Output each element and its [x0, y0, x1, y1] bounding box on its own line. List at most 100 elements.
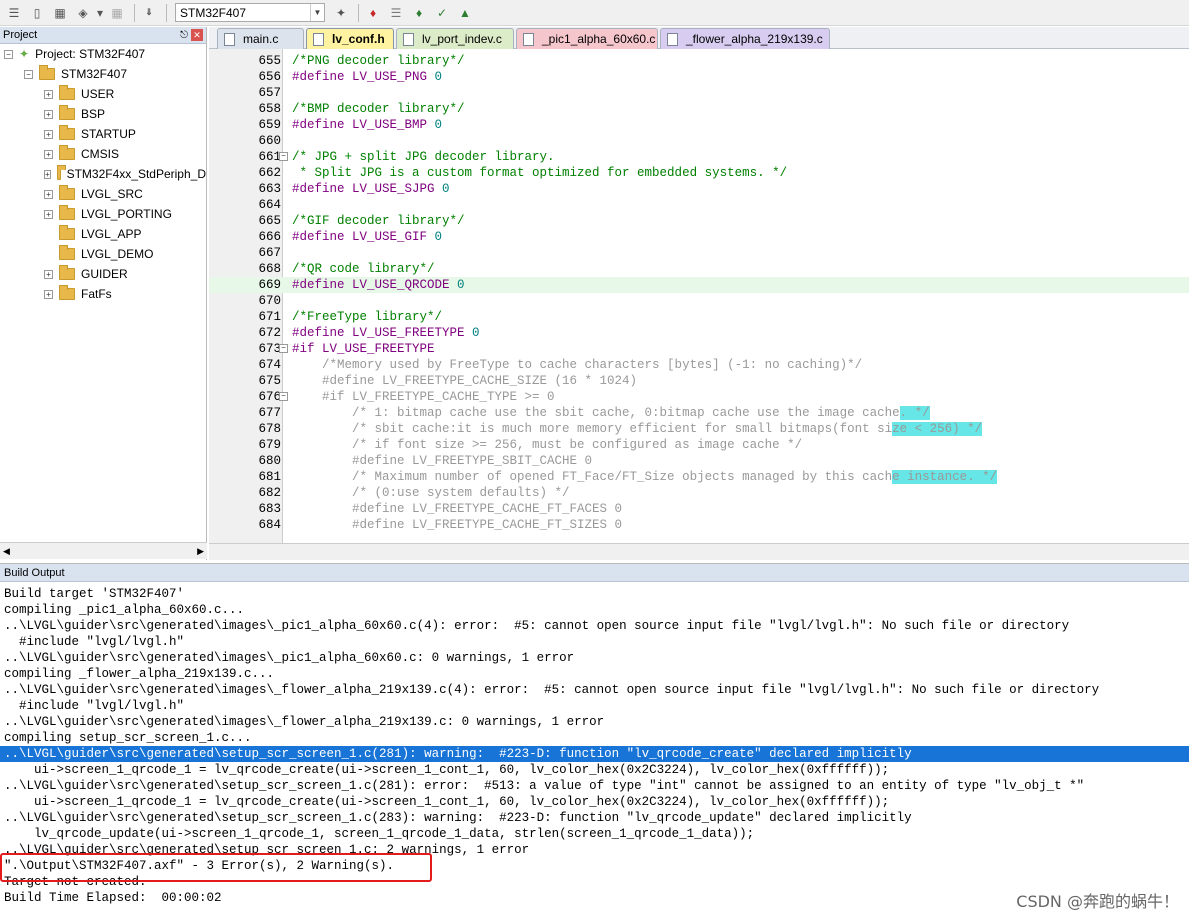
- code-line[interactable]: 665 /*GIF decoder library*/: [209, 213, 1189, 229]
- code-line[interactable]: 677 /* 1: bitmap cache use the sbit cach…: [209, 405, 1189, 421]
- code-line[interactable]: 662 * Split JPG is a custom format optim…: [209, 165, 1189, 181]
- code-line[interactable]: 661−/* JPG + split JPG decoder library.: [209, 149, 1189, 165]
- tree-item-bsp[interactable]: + BSP: [44, 104, 105, 124]
- code-line[interactable]: 671 /*FreeType library*/: [209, 309, 1189, 325]
- tab-flower-alpha[interactable]: _flower_alpha_219x139.c: [660, 28, 830, 49]
- code-line[interactable]: 683 #define LV_FREETYPE_CACHE_FT_FACES 0: [209, 501, 1189, 517]
- green-triangle-icon[interactable]: ▲: [455, 4, 475, 22]
- red-diamond-icon[interactable]: ♦: [363, 4, 383, 22]
- target-select[interactable]: STM32F407 ▼: [175, 3, 325, 22]
- build-output-line[interactable]: #include "lvgl/lvgl.h": [4, 698, 184, 714]
- collapse-icon[interactable]: −: [4, 49, 13, 59]
- project-horizontal-scrollbar[interactable]: ◀ ▶: [0, 542, 207, 559]
- expand-icon[interactable]: +: [44, 89, 53, 99]
- green-check-icon[interactable]: ✓: [432, 4, 452, 22]
- code-line[interactable]: 655 /*PNG decoder library*/: [209, 53, 1189, 69]
- code-line[interactable]: 672 #define LV_USE_FREETYPE 0: [209, 325, 1189, 341]
- dropdown-chevron-icon[interactable]: ▾: [96, 4, 104, 22]
- tree-item-lvgl-demo[interactable]: LVGL_DEMO: [59, 244, 153, 264]
- build-output-line[interactable]: ..\LVGL\guider\src\generated\setup_scr_s…: [4, 810, 912, 826]
- tab-pic1-alpha[interactable]: _pic1_alpha_60x60.c: [516, 28, 658, 49]
- code-line[interactable]: 667: [209, 245, 1189, 261]
- editor-horizontal-scrollbar[interactable]: [209, 543, 1189, 560]
- build-output-line[interactable]: ..\LVGL\guider\src\generated\images\_flo…: [4, 682, 1099, 698]
- code-line[interactable]: 682 /* (0:use system defaults) */: [209, 485, 1189, 501]
- fold-collapse-icon[interactable]: −: [279, 344, 288, 353]
- magic-wand-icon[interactable]: ✦: [331, 4, 351, 22]
- collapse-icon[interactable]: −: [24, 69, 33, 79]
- expand-icon[interactable]: +: [44, 149, 53, 159]
- build-output-line[interactable]: ui->screen_1_qrcode_1 = lv_qrcode_create…: [4, 762, 889, 778]
- scroll-right-icon[interactable]: ▶: [197, 546, 204, 557]
- tree-item-project[interactable]: − ✦ Project: STM32F407: [4, 44, 145, 64]
- code-line[interactable]: 659 #define LV_USE_BMP 0: [209, 117, 1189, 133]
- code-line[interactable]: 669 #define LV_USE_QRCODE 0: [209, 277, 1189, 293]
- code-line[interactable]: 673− #if LV_USE_FREETYPE: [209, 341, 1189, 357]
- code-editor[interactable]: 655 /*PNG decoder library*/ 656 #define LV_…: [209, 49, 1189, 543]
- tree-item-stdperiph[interactable]: + STM32F4xx_StdPeriph_D: [44, 164, 206, 184]
- code-line[interactable]: 679 /* if font size >= 256, must be conf…: [209, 437, 1189, 453]
- code-line[interactable]: 668 /*QR code library*/: [209, 261, 1189, 277]
- build-output-line[interactable]: Build target 'STM32F407': [4, 586, 184, 602]
- build-output-line[interactable]: ui->screen_1_qrcode_1 = lv_qrcode_create…: [4, 794, 889, 810]
- tree-item-startup[interactable]: + STARTUP: [44, 124, 136, 144]
- code-line[interactable]: 681 /* Maximum number of opened FT_Face/…: [209, 469, 1189, 485]
- code-line[interactable]: 664: [209, 197, 1189, 213]
- build-output-line[interactable]: ..\LVGL\guider\src\generated\setup_scr_s…: [0, 746, 1189, 762]
- code-line[interactable]: 670: [209, 293, 1189, 309]
- build-output-line[interactable]: ..\LVGL\guider\src\generated\images\_flo…: [4, 714, 604, 730]
- tree-item-lvgl-porting[interactable]: + LVGL_PORTING: [44, 204, 172, 224]
- expand-icon[interactable]: +: [44, 269, 53, 279]
- build-output-line[interactable]: compiling setup_scr_screen_1.c...: [4, 730, 252, 746]
- fold-collapse-icon[interactable]: −: [279, 152, 288, 161]
- code-line[interactable]: 675 #define LV_FREETYPE_CACHE_SIZE (16 *…: [209, 373, 1189, 389]
- code-line[interactable]: 658 /*BMP decoder library*/: [209, 101, 1189, 117]
- chevron-down-icon[interactable]: ▼: [310, 4, 324, 21]
- build-output-line[interactable]: #include "lvgl/lvgl.h": [4, 634, 184, 650]
- grid-icon[interactable]: ▦: [50, 4, 70, 22]
- code-line[interactable]: 666 #define LV_USE_GIF 0: [209, 229, 1189, 245]
- build-output-line[interactable]: compiling _flower_alpha_219x139.c...: [4, 666, 274, 682]
- build-output-line[interactable]: lv_qrcode_update(ui->screen_1_qrcode_1, …: [4, 826, 754, 842]
- tree-item-fatfs[interactable]: + FatFs: [44, 284, 112, 304]
- fold-collapse-icon[interactable]: −: [279, 392, 288, 401]
- build-output-line[interactable]: ..\LVGL\guider\src\generated\images\_pic…: [4, 618, 1069, 634]
- tree-item-user[interactable]: + USER: [44, 84, 114, 104]
- pin-icon[interactable]: ⎋: [180, 30, 188, 41]
- expand-icon[interactable]: +: [44, 289, 53, 299]
- code-line[interactable]: 676− #if LV_FREETYPE_CACHE_TYPE >= 0: [209, 389, 1189, 405]
- load-icon[interactable]: ⇓: [139, 4, 159, 22]
- expand-icon[interactable]: +: [44, 129, 53, 139]
- tree-item-lvgl-app[interactable]: LVGL_APP: [59, 224, 141, 244]
- tree-item-lvgl-src[interactable]: + LVGL_SRC: [44, 184, 143, 204]
- stack-icon[interactable]: ☰: [4, 4, 24, 22]
- code-line[interactable]: 678 /* sbit cache:it is much more memory…: [209, 421, 1189, 437]
- build-output-line[interactable]: ..\LVGL\guider\src\generated\setup_scr_s…: [4, 778, 1084, 794]
- build-output-line[interactable]: Build Time Elapsed: 00:00:02: [4, 890, 222, 906]
- build-output-line[interactable]: compiling _pic1_alpha_60x60.c...: [4, 602, 244, 618]
- expand-icon[interactable]: +: [44, 209, 53, 219]
- page-icon[interactable]: ▯: [27, 4, 47, 22]
- green-diamond-icon[interactable]: ♦: [409, 4, 429, 22]
- layers-icon[interactable]: ◈: [73, 4, 93, 22]
- code-line[interactable]: 674 /*Memory used by FreeType to cache c…: [209, 357, 1189, 373]
- tree-item-target[interactable]: − STM32F407: [24, 64, 127, 84]
- tab-main-c[interactable]: main.c: [217, 28, 304, 49]
- tree-item-cmsis[interactable]: + CMSIS: [44, 144, 119, 164]
- expand-icon[interactable]: +: [44, 189, 53, 199]
- scroll-left-icon[interactable]: ◀: [3, 546, 10, 557]
- tree-item-guider[interactable]: + GUIDER: [44, 264, 128, 284]
- expand-icon[interactable]: +: [44, 109, 53, 119]
- code-line[interactable]: 663 #define LV_USE_SJPG 0: [209, 181, 1189, 197]
- code-line[interactable]: 684 #define LV_FREETYPE_CACHE_FT_SIZES 0: [209, 517, 1189, 533]
- code-line[interactable]: 656 #define LV_USE_PNG 0: [209, 69, 1189, 85]
- code-line[interactable]: 660: [209, 133, 1189, 149]
- tab-lv-conf-h[interactable]: lv_conf.h: [306, 28, 394, 49]
- build-output-line[interactable]: ..\LVGL\guider\src\generated\images\_pic…: [4, 650, 574, 666]
- stack-gray-icon[interactable]: ☰: [386, 4, 406, 22]
- code-line[interactable]: 657: [209, 85, 1189, 101]
- expand-icon[interactable]: +: [44, 169, 51, 179]
- tab-lv-port-indev-c[interactable]: lv_port_indev.c: [396, 28, 514, 49]
- code-line[interactable]: 680 #define LV_FREETYPE_SBIT_CACHE 0: [209, 453, 1189, 469]
- close-icon[interactable]: ✕: [191, 29, 203, 41]
